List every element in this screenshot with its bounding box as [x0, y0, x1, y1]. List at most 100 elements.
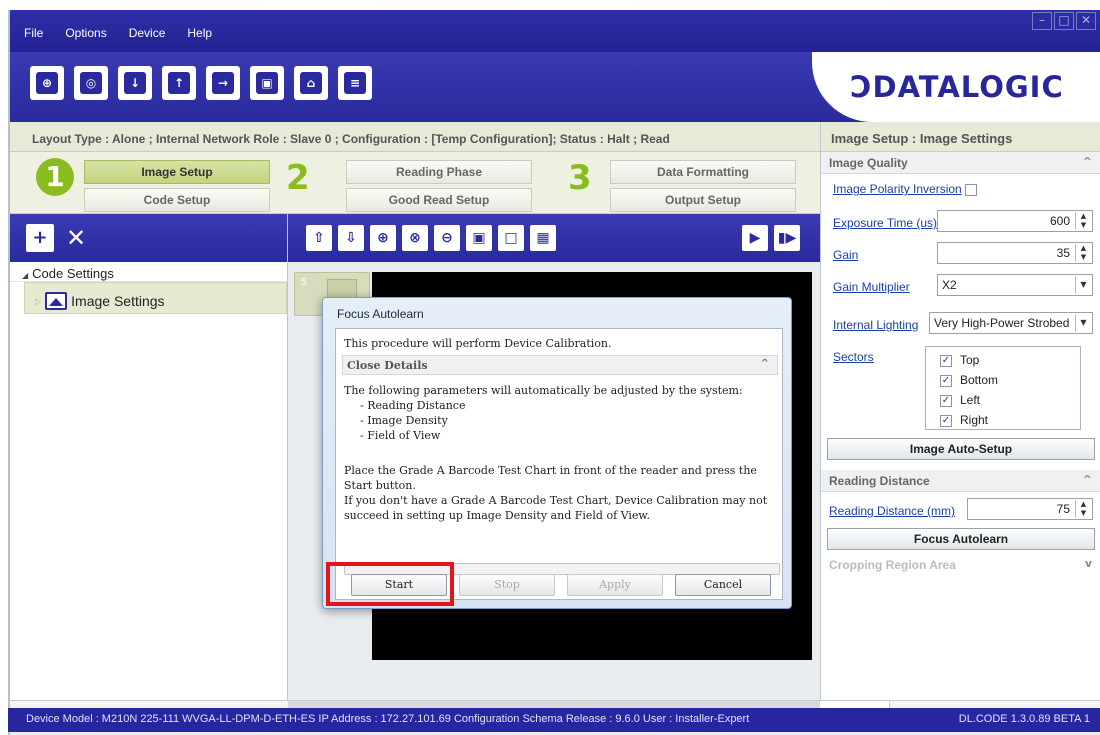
exposure-label[interactable]: Exposure Time (us) [833, 216, 937, 230]
frame-icon[interactable]: □ [498, 225, 524, 251]
device-status-line: Layout Type : Alone ; Internal Network R… [10, 122, 820, 152]
lighting-label[interactable]: Internal Lighting [833, 318, 918, 332]
spinner-arrows-icon[interactable]: ▲ ▼ [1075, 500, 1091, 518]
add-code-icon[interactable]: + [26, 224, 54, 252]
reading-distance-section-label: Reading Distance [829, 474, 930, 488]
connect-glyph: ⊕ [36, 72, 58, 94]
sector-right-label: Right [960, 413, 989, 427]
chevron-up-icon[interactable]: ^ [1083, 473, 1092, 486]
load-config-glyph: ↓ [124, 72, 146, 94]
zoom-in-icon[interactable]: ⊕ [370, 225, 396, 251]
sector-bottom[interactable]: ✓ Bottom [940, 373, 1080, 393]
sectors-label[interactable]: Sectors [833, 350, 874, 364]
collapse-triangle-icon[interactable]: ◢ [22, 271, 28, 280]
sector-top-checkbox[interactable]: ✓ [940, 354, 952, 367]
zoom-fit-icon[interactable]: ⊗ [402, 225, 428, 251]
save-image-icon[interactable]: ▣ [466, 225, 492, 251]
focus-autolearn-button[interactable]: Focus Autolearn [827, 528, 1095, 550]
dialog-item-1: - Reading Distance [360, 399, 466, 412]
close-details-toggle[interactable]: Close Details ^ [342, 355, 778, 375]
good-read-setup-button[interactable]: Good Read Setup [346, 188, 532, 212]
gain-label[interactable]: Gain [833, 248, 858, 262]
save-config-glyph: ↑ [168, 72, 190, 94]
arrow-down-icon[interactable]: ⇩ [338, 225, 364, 251]
arrow-up-icon[interactable]: ⇧ [306, 225, 332, 251]
image-quality-section[interactable]: Image Quality ^ [821, 152, 1100, 174]
sector-right-checkbox[interactable]: ✓ [940, 414, 952, 427]
sector-left[interactable]: ✓ Left [940, 393, 1080, 413]
start-highlight-box [326, 562, 454, 606]
lighting-select[interactable]: Very High-Power Strobed ▼ [929, 312, 1093, 334]
play-icon[interactable]: ▶ [742, 225, 768, 251]
sectors-row: Sectors [833, 350, 874, 364]
sector-bottom-checkbox[interactable]: ✓ [940, 374, 952, 387]
chevron-down-icon[interactable]: ▼ [1075, 276, 1091, 294]
image-toolbar: ⇧ ⇩ ⊕ ⊗ ⊖ ▣ □ ▦ ▶ ▮▶ [288, 214, 820, 262]
connect-icon[interactable]: ⊕ [30, 66, 64, 100]
status-bar-text: Device Model : M210N 225-111 WVGA-LL-DPM… [26, 713, 750, 725]
step-1-badge: 1 [36, 158, 74, 196]
network-glyph: ≡ [344, 72, 366, 94]
spinner-arrows-icon[interactable]: ▲ ▼ [1075, 244, 1091, 262]
gain-spinner[interactable]: 35 ▲ ▼ [937, 242, 1093, 264]
close-window-button[interactable]: ✕ [1076, 12, 1096, 30]
tree-code-settings[interactable]: ◢ Code Settings [10, 262, 287, 282]
save-glyph: ▣ [256, 72, 278, 94]
save-config-icon[interactable]: ↑ [162, 66, 196, 100]
lighting-value: Very High-Power Strobed [934, 316, 1070, 330]
zoom-out-icon[interactable]: ⊖ [434, 225, 460, 251]
polarity-checkbox[interactable] [965, 183, 978, 196]
dialog-parameters-text: The following parameters will automatica… [344, 383, 774, 443]
reading-distance-label[interactable]: Reading Distance (mm) [829, 504, 955, 518]
chevron-up-icon[interactable]: ^ [761, 358, 769, 369]
toolbar-icons: ⊕ ◎ ↓ ↑ → ▣ ⌂ ≡ [30, 66, 382, 100]
dialog-paragraph-1: The following parameters will automatica… [344, 384, 743, 397]
stop-button: Stop [459, 574, 555, 596]
cancel-button[interactable]: Cancel [675, 574, 771, 596]
expand-arrow-icon[interactable]: ▷ [35, 297, 41, 306]
exposure-spinner[interactable]: 600 ▲ ▼ [937, 210, 1093, 232]
chevron-up-icon[interactable]: ^ [1083, 155, 1092, 168]
reading-distance-section[interactable]: Reading Distance ^ [821, 470, 1100, 492]
grid-icon[interactable]: ▦ [530, 225, 556, 251]
menu-help[interactable]: Help [187, 26, 212, 40]
image-auto-setup-button[interactable]: Image Auto-Setup [827, 438, 1095, 460]
menu-device[interactable]: Device [129, 26, 166, 40]
gain-multiplier-label[interactable]: Gain Multiplier [833, 280, 910, 294]
load-config-icon[interactable]: ↓ [118, 66, 152, 100]
sector-top[interactable]: ✓ Top [940, 353, 1080, 373]
settings-icon[interactable]: ◎ [74, 66, 108, 100]
network-icon[interactable]: ≡ [338, 66, 372, 100]
export-icon[interactable]: → [206, 66, 240, 100]
chevron-down-icon[interactable]: ▼ [1075, 314, 1091, 332]
spinner-arrows-icon[interactable]: ▲ ▼ [1075, 212, 1091, 230]
menu-options[interactable]: Options [65, 26, 106, 40]
image-setup-button[interactable]: Image Setup [84, 160, 270, 184]
device-icon[interactable]: ⌂ [294, 66, 328, 100]
sector-left-checkbox[interactable]: ✓ [940, 394, 952, 407]
minimize-button[interactable]: – [1032, 12, 1052, 30]
dialog-item-2: - Image Density [360, 414, 448, 427]
reading-phase-button[interactable]: Reading Phase [346, 160, 532, 184]
delete-icon[interactable]: ✕ [62, 224, 90, 252]
save-icon[interactable]: ▣ [250, 66, 284, 100]
data-formatting-button[interactable]: Data Formatting [610, 160, 796, 184]
gain-multiplier-select[interactable]: X2 ▼ [937, 274, 1093, 296]
reading-distance-spinner[interactable]: 75 ▲ ▼ [967, 498, 1093, 520]
menu-file[interactable]: File [24, 26, 43, 40]
gain-row: Gain [833, 248, 858, 262]
tree-child-label: Image Settings [71, 293, 165, 309]
datalogic-logo: ƆDATALOGIC [850, 70, 1064, 104]
polarity-label[interactable]: Image Polarity Inversion [833, 182, 962, 196]
config-toolbar: + ✕ [10, 214, 287, 262]
code-setup-button[interactable]: Code Setup [84, 188, 270, 212]
maximize-button[interactable]: □ [1054, 12, 1074, 30]
tree-image-settings[interactable]: ▷ Image Settings [24, 282, 287, 314]
image-settings-icon [45, 292, 68, 310]
sector-right[interactable]: ✓ Right [940, 413, 1080, 433]
title-bar: File Options Device Help – □ ✕ [10, 10, 1100, 52]
parameters-panel: Image Setup : Image Settings Image Quali… [820, 122, 1100, 700]
output-setup-button[interactable]: Output Setup [610, 188, 796, 212]
step-forward-icon[interactable]: ▮▶ [774, 225, 800, 251]
step-3-number: 3 [568, 158, 592, 198]
